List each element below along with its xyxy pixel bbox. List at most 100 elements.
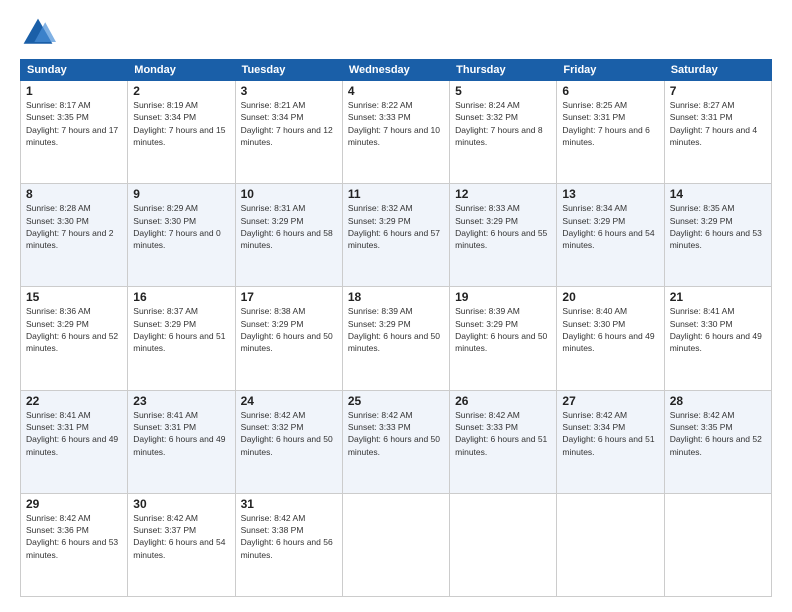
- day-info: Sunrise: 8:42 AM Sunset: 3:37 PM Dayligh…: [133, 512, 229, 561]
- calendar-day-cell: 25 Sunrise: 8:42 AM Sunset: 3:33 PM Dayl…: [342, 390, 449, 493]
- day-number: 2: [133, 84, 229, 98]
- day-info: Sunrise: 8:31 AM Sunset: 3:29 PM Dayligh…: [241, 202, 337, 251]
- day-info: Sunrise: 8:29 AM Sunset: 3:30 PM Dayligh…: [133, 202, 229, 251]
- header: [20, 15, 772, 51]
- weekday-header-cell: Tuesday: [235, 60, 342, 81]
- calendar-day-cell: 20 Sunrise: 8:40 AM Sunset: 3:30 PM Dayl…: [557, 287, 664, 390]
- day-info: Sunrise: 8:41 AM Sunset: 3:31 PM Dayligh…: [26, 409, 122, 458]
- calendar-day-cell: 28 Sunrise: 8:42 AM Sunset: 3:35 PM Dayl…: [664, 390, 771, 493]
- day-info: Sunrise: 8:42 AM Sunset: 3:33 PM Dayligh…: [348, 409, 444, 458]
- calendar-day-cell: [664, 493, 771, 596]
- day-number: 10: [241, 187, 337, 201]
- calendar-day-cell: 15 Sunrise: 8:36 AM Sunset: 3:29 PM Dayl…: [21, 287, 128, 390]
- logo-icon: [20, 15, 56, 51]
- calendar-day-cell: 3 Sunrise: 8:21 AM Sunset: 3:34 PM Dayli…: [235, 81, 342, 184]
- calendar-day-cell: 4 Sunrise: 8:22 AM Sunset: 3:33 PM Dayli…: [342, 81, 449, 184]
- day-info: Sunrise: 8:39 AM Sunset: 3:29 PM Dayligh…: [455, 305, 551, 354]
- day-number: 27: [562, 394, 658, 408]
- calendar-day-cell: 31 Sunrise: 8:42 AM Sunset: 3:38 PM Dayl…: [235, 493, 342, 596]
- day-number: 17: [241, 290, 337, 304]
- day-number: 8: [26, 187, 122, 201]
- day-info: Sunrise: 8:34 AM Sunset: 3:29 PM Dayligh…: [562, 202, 658, 251]
- day-info: Sunrise: 8:25 AM Sunset: 3:31 PM Dayligh…: [562, 99, 658, 148]
- day-info: Sunrise: 8:35 AM Sunset: 3:29 PM Dayligh…: [670, 202, 766, 251]
- calendar-day-cell: 29 Sunrise: 8:42 AM Sunset: 3:36 PM Dayl…: [21, 493, 128, 596]
- weekday-header-cell: Saturday: [664, 60, 771, 81]
- calendar-day-cell: [450, 493, 557, 596]
- calendar-week-row: 1 Sunrise: 8:17 AM Sunset: 3:35 PM Dayli…: [21, 81, 772, 184]
- calendar-day-cell: 22 Sunrise: 8:41 AM Sunset: 3:31 PM Dayl…: [21, 390, 128, 493]
- calendar-day-cell: 18 Sunrise: 8:39 AM Sunset: 3:29 PM Dayl…: [342, 287, 449, 390]
- day-number: 29: [26, 497, 122, 511]
- day-info: Sunrise: 8:42 AM Sunset: 3:36 PM Dayligh…: [26, 512, 122, 561]
- weekday-header-cell: Monday: [128, 60, 235, 81]
- calendar-day-cell: 23 Sunrise: 8:41 AM Sunset: 3:31 PM Dayl…: [128, 390, 235, 493]
- day-number: 21: [670, 290, 766, 304]
- calendar-day-cell: [342, 493, 449, 596]
- day-info: Sunrise: 8:32 AM Sunset: 3:29 PM Dayligh…: [348, 202, 444, 251]
- calendar-day-cell: 11 Sunrise: 8:32 AM Sunset: 3:29 PM Dayl…: [342, 184, 449, 287]
- calendar-table: SundayMondayTuesdayWednesdayThursdayFrid…: [20, 59, 772, 597]
- day-number: 24: [241, 394, 337, 408]
- day-info: Sunrise: 8:42 AM Sunset: 3:35 PM Dayligh…: [670, 409, 766, 458]
- day-info: Sunrise: 8:22 AM Sunset: 3:33 PM Dayligh…: [348, 99, 444, 148]
- day-number: 15: [26, 290, 122, 304]
- calendar-day-cell: 19 Sunrise: 8:39 AM Sunset: 3:29 PM Dayl…: [450, 287, 557, 390]
- calendar-day-cell: [557, 493, 664, 596]
- calendar-day-cell: 17 Sunrise: 8:38 AM Sunset: 3:29 PM Dayl…: [235, 287, 342, 390]
- day-number: 6: [562, 84, 658, 98]
- calendar-day-cell: 2 Sunrise: 8:19 AM Sunset: 3:34 PM Dayli…: [128, 81, 235, 184]
- day-info: Sunrise: 8:19 AM Sunset: 3:34 PM Dayligh…: [133, 99, 229, 148]
- calendar-day-cell: 26 Sunrise: 8:42 AM Sunset: 3:33 PM Dayl…: [450, 390, 557, 493]
- day-number: 4: [348, 84, 444, 98]
- day-info: Sunrise: 8:37 AM Sunset: 3:29 PM Dayligh…: [133, 305, 229, 354]
- calendar-week-row: 22 Sunrise: 8:41 AM Sunset: 3:31 PM Dayl…: [21, 390, 772, 493]
- day-number: 30: [133, 497, 229, 511]
- calendar-week-row: 8 Sunrise: 8:28 AM Sunset: 3:30 PM Dayli…: [21, 184, 772, 287]
- weekday-header-cell: Friday: [557, 60, 664, 81]
- day-info: Sunrise: 8:41 AM Sunset: 3:31 PM Dayligh…: [133, 409, 229, 458]
- day-info: Sunrise: 8:28 AM Sunset: 3:30 PM Dayligh…: [26, 202, 122, 251]
- day-number: 26: [455, 394, 551, 408]
- day-info: Sunrise: 8:21 AM Sunset: 3:34 PM Dayligh…: [241, 99, 337, 148]
- day-number: 20: [562, 290, 658, 304]
- calendar-day-cell: 7 Sunrise: 8:27 AM Sunset: 3:31 PM Dayli…: [664, 81, 771, 184]
- day-number: 7: [670, 84, 766, 98]
- day-number: 16: [133, 290, 229, 304]
- day-number: 5: [455, 84, 551, 98]
- calendar-day-cell: 30 Sunrise: 8:42 AM Sunset: 3:37 PM Dayl…: [128, 493, 235, 596]
- day-number: 12: [455, 187, 551, 201]
- calendar-day-cell: 24 Sunrise: 8:42 AM Sunset: 3:32 PM Dayl…: [235, 390, 342, 493]
- day-number: 18: [348, 290, 444, 304]
- day-info: Sunrise: 8:42 AM Sunset: 3:38 PM Dayligh…: [241, 512, 337, 561]
- calendar-day-cell: 10 Sunrise: 8:31 AM Sunset: 3:29 PM Dayl…: [235, 184, 342, 287]
- day-number: 23: [133, 394, 229, 408]
- day-number: 3: [241, 84, 337, 98]
- calendar-day-cell: 14 Sunrise: 8:35 AM Sunset: 3:29 PM Dayl…: [664, 184, 771, 287]
- calendar-day-cell: 16 Sunrise: 8:37 AM Sunset: 3:29 PM Dayl…: [128, 287, 235, 390]
- day-number: 9: [133, 187, 229, 201]
- day-info: Sunrise: 8:36 AM Sunset: 3:29 PM Dayligh…: [26, 305, 122, 354]
- day-info: Sunrise: 8:42 AM Sunset: 3:32 PM Dayligh…: [241, 409, 337, 458]
- day-info: Sunrise: 8:40 AM Sunset: 3:30 PM Dayligh…: [562, 305, 658, 354]
- day-number: 13: [562, 187, 658, 201]
- weekday-header-cell: Wednesday: [342, 60, 449, 81]
- calendar-day-cell: 27 Sunrise: 8:42 AM Sunset: 3:34 PM Dayl…: [557, 390, 664, 493]
- day-number: 28: [670, 394, 766, 408]
- day-number: 1: [26, 84, 122, 98]
- calendar-day-cell: 5 Sunrise: 8:24 AM Sunset: 3:32 PM Dayli…: [450, 81, 557, 184]
- calendar-day-cell: 6 Sunrise: 8:25 AM Sunset: 3:31 PM Dayli…: [557, 81, 664, 184]
- day-number: 19: [455, 290, 551, 304]
- day-info: Sunrise: 8:24 AM Sunset: 3:32 PM Dayligh…: [455, 99, 551, 148]
- calendar-day-cell: 21 Sunrise: 8:41 AM Sunset: 3:30 PM Dayl…: [664, 287, 771, 390]
- calendar-day-cell: 13 Sunrise: 8:34 AM Sunset: 3:29 PM Dayl…: [557, 184, 664, 287]
- day-info: Sunrise: 8:33 AM Sunset: 3:29 PM Dayligh…: [455, 202, 551, 251]
- day-info: Sunrise: 8:38 AM Sunset: 3:29 PM Dayligh…: [241, 305, 337, 354]
- day-info: Sunrise: 8:41 AM Sunset: 3:30 PM Dayligh…: [670, 305, 766, 354]
- day-number: 31: [241, 497, 337, 511]
- calendar-week-row: 15 Sunrise: 8:36 AM Sunset: 3:29 PM Dayl…: [21, 287, 772, 390]
- calendar-day-cell: 1 Sunrise: 8:17 AM Sunset: 3:35 PM Dayli…: [21, 81, 128, 184]
- logo: [20, 15, 62, 51]
- day-info: Sunrise: 8:17 AM Sunset: 3:35 PM Dayligh…: [26, 99, 122, 148]
- day-number: 11: [348, 187, 444, 201]
